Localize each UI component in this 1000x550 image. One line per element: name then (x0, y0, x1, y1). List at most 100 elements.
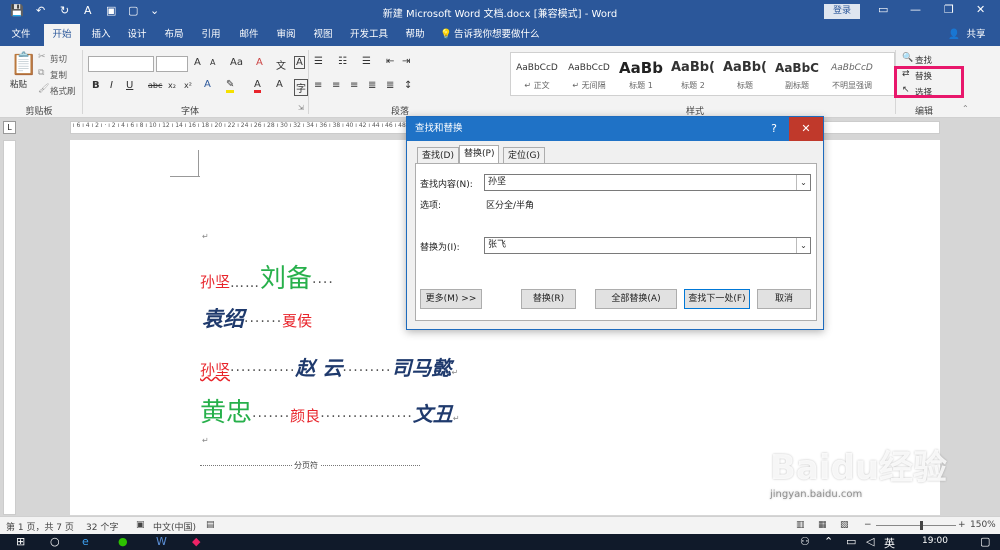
cut-icon[interactable]: ✂ (38, 52, 46, 62)
tab-find[interactable]: 查找(D) (417, 147, 459, 163)
volume-icon[interactable]: ◁ (866, 535, 874, 548)
bullets-icon[interactable]: ☰ (314, 56, 323, 67)
paste-button[interactable]: 粘贴 (10, 78, 27, 90)
page-count[interactable]: 第 1 页，共 7 页 (6, 520, 74, 533)
minimize-icon[interactable]: — (910, 3, 921, 16)
paste-icon[interactable]: 📋 (10, 52, 37, 77)
style-heading-1[interactable]: AaBb 标题 1 (615, 56, 667, 94)
style-heading-2[interactable]: AaBb( 标题 2 (667, 56, 719, 94)
copy-button[interactable]: 复制 (50, 69, 67, 81)
strikethrough-button[interactable]: abc (148, 81, 162, 90)
align-left-icon[interactable]: ≡ (314, 80, 322, 91)
word-count[interactable]: 32 个字 (86, 520, 118, 533)
tab-references[interactable]: 引用 (194, 24, 228, 46)
font-size-combo[interactable] (156, 56, 188, 72)
tab-replace[interactable]: 替换(P) (459, 145, 500, 164)
clear-format-icon[interactable]: A (256, 57, 263, 68)
zoom-slider-handle[interactable] (920, 521, 923, 530)
notification-icon[interactable]: ▢ (980, 535, 990, 548)
more-button[interactable]: 更多(M) >> (420, 289, 482, 309)
clock[interactable]: 19:00 (922, 536, 948, 546)
superscript-button[interactable]: x² (184, 81, 192, 90)
style-no-spacing[interactable]: AaBbCcD ↵ 无间隔 (563, 56, 615, 94)
change-case-icon[interactable]: Aa (230, 57, 243, 68)
tab-design[interactable]: 设计 (120, 24, 154, 46)
find-icon[interactable]: 🔍 (902, 53, 913, 63)
grow-font-icon[interactable]: A (194, 57, 201, 68)
numbering-icon[interactable]: ☷ (338, 56, 347, 67)
multilevel-list-icon[interactable]: ☰ (362, 56, 371, 67)
collapse-ribbon-icon[interactable]: ⌃ (962, 104, 969, 113)
tab-review[interactable]: 审阅 (269, 24, 303, 46)
help-button[interactable]: ? (759, 117, 789, 141)
tab-selector-icon[interactable]: L (3, 121, 16, 134)
language[interactable]: 中文(中国) (153, 520, 196, 533)
zoom-level[interactable]: 150% (970, 520, 996, 530)
zoom-in-icon[interactable]: + (958, 520, 966, 530)
bold-button[interactable]: B (92, 80, 100, 91)
search-icon[interactable]: ○ (50, 535, 60, 548)
chevron-down-icon[interactable]: ⌄ (796, 238, 810, 253)
style-subtle-emphasis[interactable]: AaBbCcD 不明显强调 (825, 56, 879, 94)
align-center-icon[interactable]: ≡ (332, 80, 340, 91)
document-line[interactable]: 袁绍·······夏侯 (202, 303, 312, 333)
italic-button[interactable]: I (110, 80, 113, 91)
document-line[interactable]: 黄忠·······颜良·················文丑↵ (200, 392, 460, 429)
font-dialog-launcher-icon[interactable]: ⇲ (298, 104, 304, 112)
format-painter-button[interactable]: 格式刷 (50, 85, 76, 97)
line-spacing-icon[interactable]: ↕ (404, 80, 412, 91)
format-painter-icon[interactable]: 🖌 (38, 84, 49, 94)
tab-file[interactable]: 文件 (4, 24, 38, 46)
increase-indent-icon[interactable]: ⇥ (402, 56, 410, 67)
ribbon-display-icon[interactable]: ▭ (878, 3, 888, 16)
replace-all-button[interactable]: 全部替换(A) (595, 289, 677, 309)
font-name-combo[interactable] (88, 56, 154, 72)
proofing-icon[interactable]: ▣ (136, 520, 145, 530)
style-title[interactable]: AaBb( 标题 (719, 56, 771, 94)
cancel-button[interactable]: 取消 (757, 289, 811, 309)
align-right-icon[interactable]: ≡ (350, 80, 358, 91)
find-next-button[interactable]: 查找下一处(F) (684, 289, 750, 309)
find-button[interactable]: 查找 (915, 54, 932, 66)
enclose-char-icon[interactable]: 字 (294, 79, 308, 96)
cut-button[interactable]: 剪切 (50, 53, 67, 65)
dialog-close-button[interactable]: ✕ (789, 117, 823, 141)
font-color-icon[interactable]: A (254, 79, 261, 93)
print-layout-icon[interactable]: ▦ (818, 520, 827, 530)
justify-icon[interactable]: ≣ (368, 80, 376, 91)
zoom-slider[interactable] (876, 525, 956, 526)
replace-with-input[interactable]: 张飞 ⌄ (484, 237, 811, 254)
vertical-ruler[interactable] (3, 140, 16, 515)
app-icon[interactable]: ◆ (192, 535, 200, 548)
document-line[interactable]: 孙坚············赵 云·········司马懿↵ (200, 352, 458, 381)
replace-button[interactable]: 替换(R) (521, 289, 576, 309)
find-what-input[interactable]: 孙坚 ⌄ (484, 174, 811, 191)
tab-insert[interactable]: 插入 (84, 24, 118, 46)
tab-goto[interactable]: 定位(G) (503, 147, 545, 163)
tray-expand-icon[interactable]: ⌃ (824, 535, 833, 548)
word-app-icon[interactable]: W (156, 535, 167, 548)
edge-browser-icon[interactable]: e (82, 535, 89, 548)
document-line[interactable]: 孙坚……刘备···· (200, 258, 334, 295)
char-shading-icon[interactable]: A (276, 79, 283, 90)
tab-view[interactable]: 视图 (306, 24, 340, 46)
text-effects-icon[interactable]: A (204, 79, 211, 90)
login-button[interactable]: 登录 (824, 4, 860, 19)
zoom-out-icon[interactable]: − (864, 520, 872, 530)
highlight-icon[interactable]: ✎ (226, 79, 235, 93)
chevron-down-icon[interactable]: ⌄ (796, 175, 810, 190)
restore-icon[interactable]: ❐ (944, 3, 954, 16)
distributed-icon[interactable]: ≣ (386, 80, 394, 91)
tab-home[interactable]: 开始 (44, 24, 80, 46)
underline-button[interactable]: U (126, 80, 133, 91)
network-icon[interactable]: ▭ (846, 535, 856, 548)
decrease-indent-icon[interactable]: ⇤ (386, 56, 394, 67)
windows-start-icon[interactable]: ⊞ (16, 535, 25, 548)
phonetic-icon[interactable]: 文 (276, 57, 286, 72)
web-layout-icon[interactable]: ▧ (840, 520, 849, 530)
style-subtitle[interactable]: AaBbC 副标题 (771, 56, 823, 94)
share-button[interactable]: 共享 (962, 24, 990, 46)
copy-icon[interactable]: ⧉ (38, 68, 44, 78)
ime-icon[interactable]: 英 (884, 535, 895, 550)
wechat-icon[interactable]: ● (118, 535, 128, 548)
